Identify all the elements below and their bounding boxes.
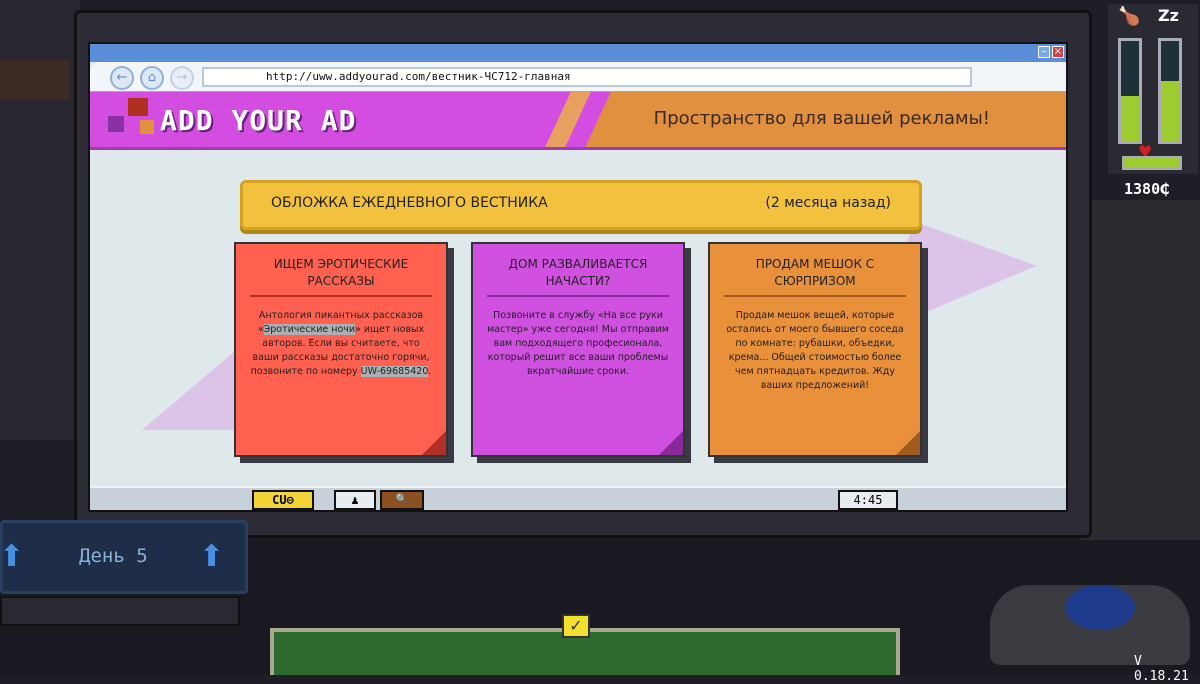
- ad-title: ИЩЕМ ЭРОТИЧЕСКИЕ РАССКАЗЫ: [250, 256, 432, 297]
- minimize-button[interactable]: –: [1038, 46, 1050, 58]
- page-fold-icon: [422, 431, 446, 455]
- arrow-up-icon: ⬆: [0, 539, 25, 574]
- page-fold-icon: [659, 431, 683, 455]
- highlight-phone[interactable]: UW-69685420: [360, 366, 429, 377]
- sleep-icon: Zz: [1158, 6, 1179, 25]
- ad-card: ИЩЕМ ЭРОТИЧЕСКИЕ РАССКАЗЫ Антология пика…: [234, 242, 448, 457]
- start-button[interactable]: CU⊖: [252, 490, 314, 510]
- ad-title: ДОМ РАЗВАЛИВАЕТСЯ НАЧАСТИ?: [487, 256, 669, 297]
- content-area: ОБЛОЖКА ЕЖЕДНЕВНОГО ВЕСТНИКА (2 месяца н…: [90, 150, 1066, 486]
- newsletter-banner: ОБЛОЖКА ЕЖЕДНЕВНОГО ВЕСТНИКА (2 месяца н…: [240, 180, 922, 230]
- version: V 0.18.21: [1134, 654, 1189, 684]
- money: 1380₵: [1124, 180, 1170, 198]
- title-bar: – ×: [90, 44, 1066, 62]
- nav-bar: ← ⌂ → http://uww.addyourad.com/вестник-Ч…: [90, 62, 1066, 92]
- ad-text: Позвоните в службу «На все руки мастер» …: [487, 310, 669, 377]
- page-fold-icon: [896, 431, 920, 455]
- site-header: ADD YOUR AD Пространство для вашей рекла…: [90, 92, 1066, 150]
- background-wall: [1080, 200, 1200, 540]
- highlight-name[interactable]: Эротические ночи: [263, 324, 356, 335]
- printer: [0, 596, 240, 626]
- food-icon: 🍗: [1118, 6, 1141, 27]
- home-button[interactable]: ⌂: [140, 66, 164, 90]
- ad-text-part: .: [428, 366, 432, 377]
- ad-text: Антология пикантных рассказов «Эротическ…: [250, 309, 432, 379]
- health-bar: [1122, 156, 1182, 170]
- ad-card: ПРОДАМ МЕШОК С СЮРПРИЗОМ Продам мешок ве…: [708, 242, 922, 457]
- stats-panel: 🍗 Zz ♥: [1108, 4, 1198, 174]
- taskbar: CU⊖ ♟ 🔍 4:45: [90, 486, 1066, 510]
- site-slogan: Пространство для вашей рекламы!: [653, 108, 990, 129]
- ad-title: ПРОДАМ МЕШОК С СЮРПРИЗОМ: [724, 256, 906, 297]
- sleep-fill: [1161, 81, 1179, 141]
- arrow-up-icon: ⬆: [199, 539, 225, 574]
- sleep-bar: [1158, 38, 1182, 144]
- app-search-icon[interactable]: 🔍: [380, 490, 424, 510]
- hunger-fill: [1121, 96, 1139, 141]
- browser-window: – × ← ⌂ → http://uww.addyourad.com/вестни…: [88, 42, 1068, 512]
- background-window: [0, 60, 70, 100]
- day-panel: ⬆ День 5 ⬆: [0, 520, 248, 594]
- banner-date: (2 месяца назад): [765, 195, 891, 211]
- back-button[interactable]: ←: [110, 66, 134, 90]
- day-label: День 5: [79, 545, 148, 567]
- ad-text: Продам мешок вещей, которые остались от …: [726, 310, 904, 391]
- clock: 4:45: [838, 490, 898, 510]
- forward-button[interactable]: →: [170, 66, 194, 90]
- banner-title: ОБЛОЖКА ЕЖЕДНЕВНОГО ВЕСТНИКА: [271, 195, 548, 211]
- close-button[interactable]: ×: [1052, 46, 1064, 58]
- hunger-bar: [1118, 38, 1142, 144]
- trackball: [1065, 585, 1135, 630]
- confirm-button[interactable]: ✓: [562, 614, 590, 638]
- site-logo: ADD YOUR AD: [160, 104, 357, 137]
- ad-card: ДОМ РАЗВАЛИВАЕТСЯ НАЧАСТИ? Позвоните в с…: [471, 242, 685, 457]
- app-chess-icon[interactable]: ♟: [334, 490, 376, 510]
- url-bar[interactable]: http://uww.addyourad.com/вестник-ЧС712-г…: [202, 67, 972, 87]
